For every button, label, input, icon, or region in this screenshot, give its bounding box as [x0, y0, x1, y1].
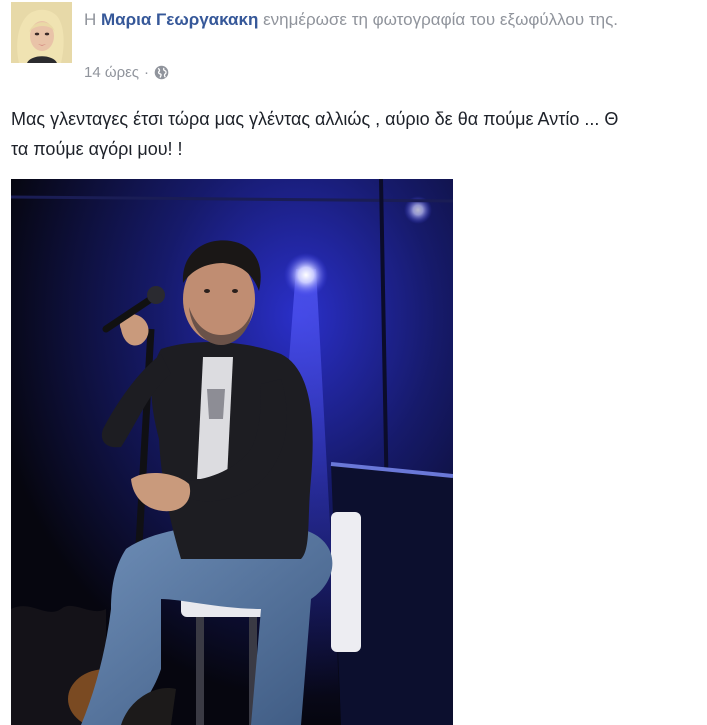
message-line-1: Μας γλενταγες έτσι τώρα μας γλέντας αλλι… [11, 109, 619, 129]
meta-separator: · [144, 64, 150, 81]
message-line-2: τα πούμε αγόρι μου! ! [11, 139, 183, 159]
author-name-link[interactable]: Μαρια Γεωργακακη [101, 10, 258, 29]
header-action-text: ενημέρωσε τη φωτογραφία του εξωφύλλου τη… [263, 10, 618, 29]
header-prefix: Η [84, 10, 97, 29]
author-avatar[interactable] [11, 2, 72, 63]
post-header: Η Μαρια Γεωργακακη ενημέρωσε τη φωτογραφ… [84, 6, 704, 33]
post-message: Μας γλενταγες έτσι τώρα μας γλέντας αλλι… [11, 104, 707, 164]
singer-on-stage-photo [11, 179, 453, 725]
globe-icon[interactable] [154, 65, 169, 80]
avatar-image [11, 2, 72, 63]
news-feed-post: Η Μαρια Γεωργακακη ενημέρωσε τη φωτογραφ… [0, 0, 707, 725]
cover-photo[interactable] [11, 179, 453, 725]
post-meta: 14 ώρες · [84, 64, 169, 81]
post-timestamp[interactable]: 14 ώρες [84, 64, 139, 81]
